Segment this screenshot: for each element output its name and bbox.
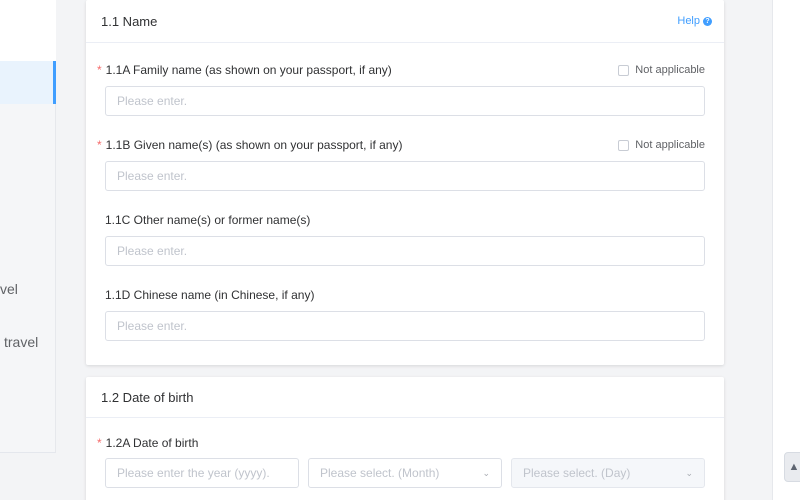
sidebar-item-label[interactable]: vel xyxy=(0,281,18,297)
chinese-name-field: 1.1D Chinese name (in Chinese, if any) xyxy=(97,287,705,341)
chevron-down-icon: ⌄ xyxy=(685,467,693,478)
given-name-input[interactable] xyxy=(105,161,705,191)
given-name-not-applicable[interactable]: Not applicable xyxy=(618,137,705,153)
dob-section-card: 1.2 Date of birth * 1.2A Date of birth P… xyxy=(86,377,724,500)
help-link-label[interactable]: Help xyxy=(677,15,700,27)
scroll-top-button[interactable]: ▲ xyxy=(784,452,800,482)
birth-year-input[interactable] xyxy=(105,458,299,488)
name-section-header: 1.1 Name Help ? xyxy=(86,0,724,43)
not-applicable-label[interactable]: Not applicable xyxy=(635,62,705,78)
family-name-field: * 1.1A Family name (as shown on your pas… xyxy=(97,62,705,116)
birth-day-select[interactable]: Please select. (Day) ⌄ xyxy=(511,458,705,488)
arrow-up-icon[interactable]: ▲ xyxy=(789,461,800,473)
not-applicable-checkbox[interactable] xyxy=(618,64,630,76)
other-name-field: 1.1C Other name(s) or former name(s) xyxy=(97,212,705,266)
question-circle-icon[interactable]: ? xyxy=(703,16,712,26)
not-applicable-label[interactable]: Not applicable xyxy=(635,137,705,153)
other-name-label: 1.1C Other name(s) or former name(s) xyxy=(105,213,311,227)
dob-inputs: Please select. (Month) ⌄ Please select. … xyxy=(105,458,705,488)
section-title: 1.1 Name xyxy=(101,13,158,29)
dob-label: 1.2A Date of birth xyxy=(105,436,199,450)
family-name-not-applicable[interactable]: Not applicable xyxy=(618,62,705,78)
given-name-field: * 1.1B Given name(s) (as shown on your p… xyxy=(97,137,705,191)
dob-label-row: * 1.2A Date of birth xyxy=(97,435,397,451)
sidebar: vel travel xyxy=(0,0,56,453)
help-link[interactable]: Help ? xyxy=(677,15,712,27)
sidebar-top-area xyxy=(0,0,56,61)
given-name-label: 1.1B Given name(s) (as shown on your pas… xyxy=(105,138,403,152)
birth-day-placeholder: Please select. (Day) xyxy=(523,466,631,480)
right-side-panel xyxy=(772,0,800,500)
section-title: 1.2 Date of birth xyxy=(101,389,194,405)
required-asterisk: * xyxy=(97,63,102,77)
sidebar-item-label[interactable]: travel xyxy=(4,334,38,350)
sidebar-item-active[interactable] xyxy=(0,61,56,104)
name-section-card: 1.1 Name Help ? * 1.1A Family name (as s… xyxy=(86,0,724,365)
required-asterisk: * xyxy=(97,436,102,450)
family-name-label: 1.1A Family name (as shown on your passp… xyxy=(105,63,392,77)
dob-section-header: 1.2 Date of birth xyxy=(86,377,724,418)
family-name-input[interactable] xyxy=(105,86,705,116)
chinese-name-input[interactable] xyxy=(105,311,705,341)
birth-month-placeholder: Please select. (Month) xyxy=(320,466,440,480)
chinese-name-label: 1.1D Chinese name (in Chinese, if any) xyxy=(105,288,315,302)
other-name-input[interactable] xyxy=(105,236,705,266)
chevron-down-icon: ⌄ xyxy=(482,467,490,478)
birth-month-select[interactable]: Please select. (Month) ⌄ xyxy=(308,458,502,488)
required-asterisk: * xyxy=(97,138,102,152)
not-applicable-checkbox[interactable] xyxy=(618,139,630,151)
